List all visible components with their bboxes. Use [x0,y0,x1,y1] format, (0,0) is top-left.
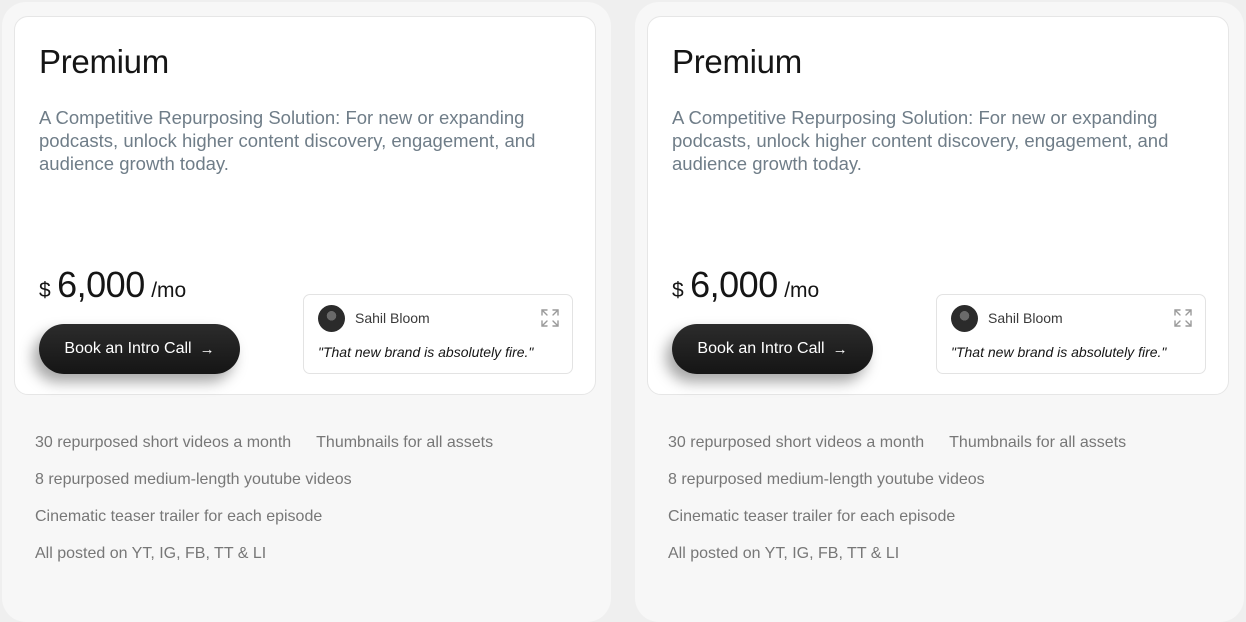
price-period: /mo [151,279,187,302]
feature-item: All posted on YT, IG, FB, TT & LI [668,544,900,562]
feature-list: 30 repurposed short videos a month Thumb… [668,424,1126,572]
book-intro-call-button[interactable]: Book an Intro Call → [39,324,240,374]
feature-item: Cinematic teaser trailer for each episod… [35,507,323,525]
feature-item: Thumbnails for all assets [949,433,1127,451]
avatar [318,305,345,332]
price-currency: $ [672,279,684,302]
avatar [951,305,978,332]
pricing-panel: Premium A Competitive Repurposing Soluti… [2,2,611,622]
expand-icon[interactable] [1173,308,1193,328]
feature-item: 30 repurposed short videos a month [35,433,292,451]
price-period: /mo [784,279,820,302]
feature-item: 30 repurposed short videos a month [668,433,925,451]
plan-title: Premium [672,43,802,80]
feature-item: All posted on YT, IG, FB, TT & LI [35,544,267,562]
testimonial-card[interactable]: Sahil Bloom "That new brand is absolutel… [936,294,1206,374]
price-amount: 6,000 [57,264,145,305]
feature-list: 30 repurposed short videos a month Thumb… [35,424,493,572]
plan-description: A Competitive Repurposing Solution: For … [39,107,536,174]
feature-item: 8 repurposed medium-length youtube video… [668,470,985,488]
testimonial-author: Sahil Bloom [355,310,430,326]
cta-label: Book an Intro Call [697,340,825,357]
expand-icon[interactable] [540,308,560,328]
plan-card: Premium A Competitive Repurposing Soluti… [647,16,1229,395]
plan-card: Premium A Competitive Repurposing Soluti… [14,16,596,395]
book-intro-call-button[interactable]: Book an Intro Call → [672,324,873,374]
price: $ 6,000 /mo [39,264,186,306]
feature-item: Thumbnails for all assets [316,433,494,451]
price-currency: $ [39,279,51,302]
plan-title: Premium [39,43,169,80]
testimonial-card[interactable]: Sahil Bloom "That new brand is absolutel… [303,294,573,374]
testimonial-author: Sahil Bloom [988,310,1063,326]
feature-item: Cinematic teaser trailer for each episod… [668,507,956,525]
price: $ 6,000 /mo [672,264,819,306]
feature-item: 8 repurposed medium-length youtube video… [35,470,352,488]
cta-label: Book an Intro Call [64,340,192,357]
pricing-panel: Premium A Competitive Repurposing Soluti… [635,2,1244,622]
testimonial-quote: "That new brand is absolutely fire." [318,344,534,360]
plan-description: A Competitive Repurposing Solution: For … [672,107,1169,174]
arrow-right-icon: → [832,340,848,358]
price-amount: 6,000 [690,264,778,305]
arrow-right-icon: → [199,340,215,358]
testimonial-quote: "That new brand is absolutely fire." [951,344,1167,360]
